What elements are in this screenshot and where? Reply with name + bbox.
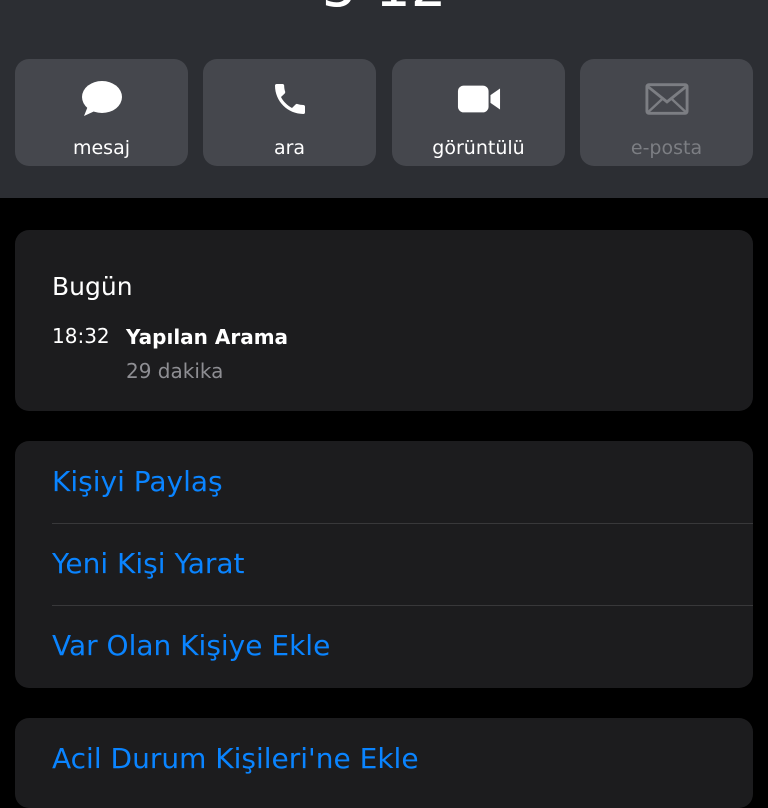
call-time: 18:32 [52,324,110,348]
email-button[interactable]: e-posta [580,59,753,166]
call-type: Yapılan Arama [126,325,289,349]
message-bubble-icon [80,79,124,119]
call-label: ara [273,137,306,159]
video-camera-icon [457,79,501,119]
message-label: mesaj [72,137,131,159]
contact-actions-card: Kişiyi Paylaş Yeni Kişi Yarat Var Olan K… [15,441,753,688]
email-label: e-posta [630,137,703,159]
call-duration: 29 dakika [126,359,224,383]
contact-name: 5 12 [0,0,768,16]
emergency-card: Acil Durum Kişileri'ne Ekle [15,718,753,808]
call-button[interactable]: ara [203,59,376,166]
call-history-card: Bugün 18:32 Yapılan Arama 29 dakika [15,230,753,411]
create-new-contact-button[interactable]: Yeni Kişi Yarat [52,523,753,606]
envelope-icon [644,79,689,119]
video-call-label: görüntülü [432,137,525,159]
video-call-button[interactable]: görüntülü [392,59,565,166]
contact-header: 5 12 mesaj ara görüntülü [0,0,768,198]
phone-icon [268,79,312,119]
message-button[interactable]: mesaj [15,59,188,166]
add-to-existing-contact-button[interactable]: Var Olan Kişiye Ekle [52,605,753,687]
share-contact-button[interactable]: Kişiyi Paylaş [52,441,753,524]
add-emergency-contact-button[interactable]: Acil Durum Kişileri'ne Ekle [52,718,753,800]
history-date-heading: Bugün [52,272,133,301]
